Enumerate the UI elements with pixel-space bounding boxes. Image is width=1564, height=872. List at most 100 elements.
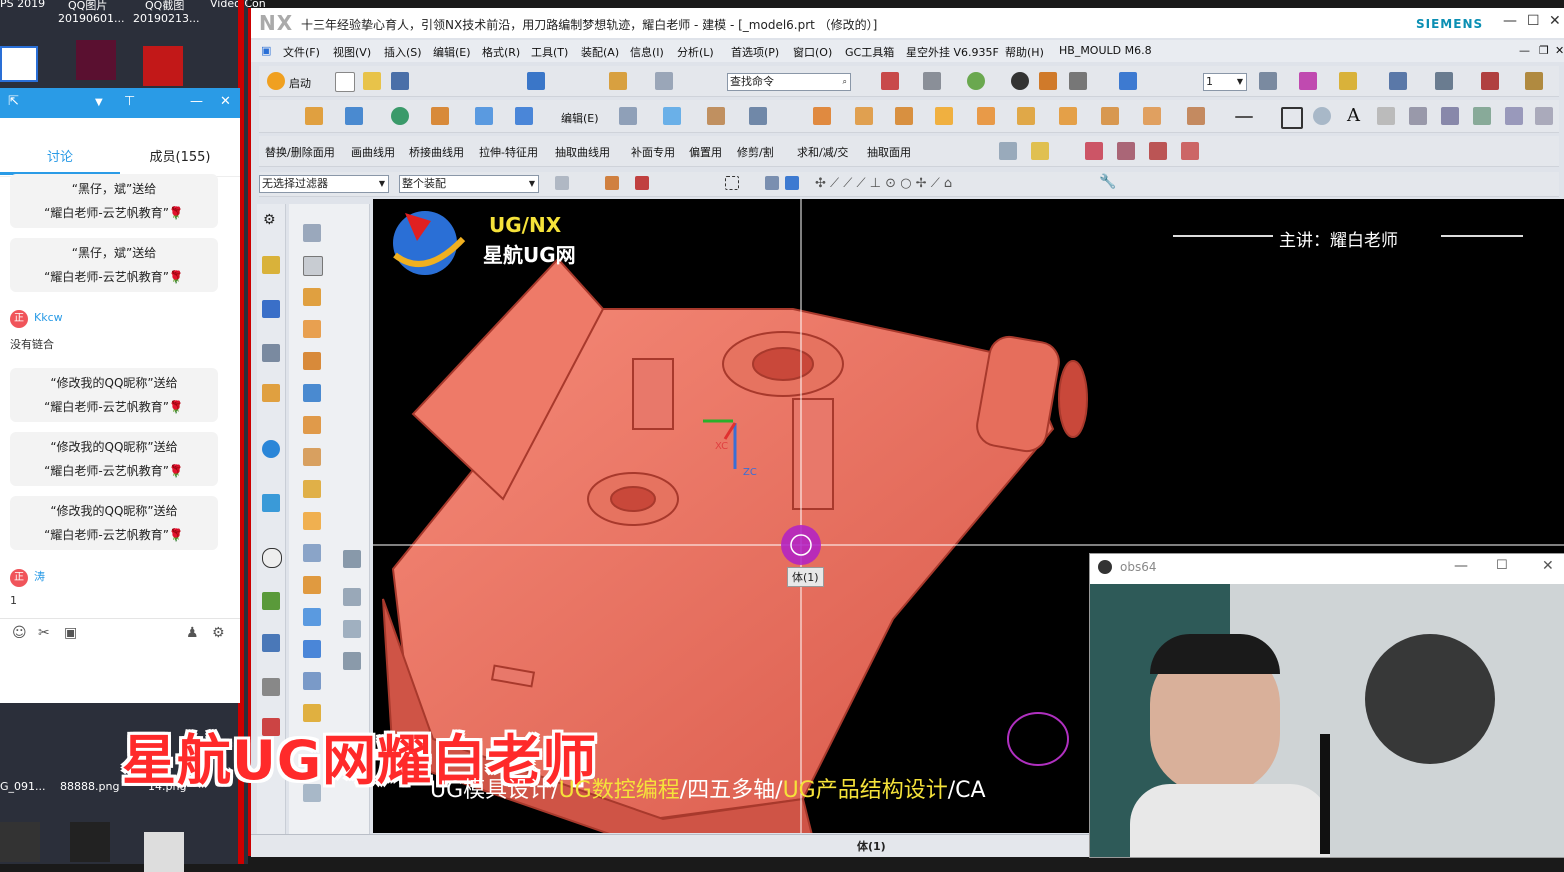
clock-icon[interactable] bbox=[262, 548, 282, 568]
minimize-icon[interactable]: — bbox=[1454, 558, 1468, 574]
curve-length-icon[interactable] bbox=[1149, 142, 1167, 160]
layer-icon[interactable] bbox=[1039, 72, 1057, 90]
rectangle-icon[interactable] bbox=[1281, 107, 1303, 129]
boolean-subtract-icon[interactable] bbox=[855, 107, 873, 125]
save-icon[interactable] bbox=[391, 72, 409, 90]
offset-region-icon[interactable] bbox=[1143, 107, 1161, 125]
select-face-icon[interactable] bbox=[785, 176, 799, 190]
boss-palette-icon[interactable] bbox=[303, 384, 321, 402]
close-icon[interactable]: ✕ bbox=[220, 94, 231, 109]
menu-draw-curve[interactable]: 画曲线用 bbox=[351, 144, 395, 160]
share-icon[interactable]: ⇱ bbox=[8, 94, 19, 109]
maximize-icon[interactable]: ☐ bbox=[1496, 558, 1508, 573]
work-layer-select[interactable]: 1 ▼ bbox=[1203, 73, 1247, 91]
render-style-icon[interactable] bbox=[923, 72, 941, 90]
start-button[interactable]: 启动 bbox=[289, 75, 311, 91]
layer-settings-icon[interactable] bbox=[1259, 72, 1277, 90]
sweep-palette-icon[interactable] bbox=[343, 652, 361, 670]
tab-members[interactable]: 成员(155) bbox=[120, 146, 240, 165]
emboss-palette-icon[interactable] bbox=[303, 480, 321, 498]
snap-options-icon[interactable]: ✣ ⟋ ⟋ ⟋ ⊥ ⊙ ○ ✢ ⟋ ⌂ bbox=[815, 176, 952, 191]
menu-help[interactable]: 帮助(H) bbox=[1005, 44, 1044, 60]
select-body-icon[interactable] bbox=[765, 176, 779, 190]
desktop-image-icon-2[interactable] bbox=[143, 46, 183, 86]
close-icon[interactable]: ✕ bbox=[1555, 44, 1564, 57]
replace-face-icon[interactable] bbox=[1017, 107, 1035, 125]
history-icon[interactable] bbox=[262, 494, 280, 512]
menu-insert[interactable]: 插入(S) bbox=[384, 44, 422, 60]
new-file-icon[interactable] bbox=[335, 72, 355, 92]
chevron-down-icon[interactable]: ▼ bbox=[95, 97, 103, 108]
text-icon[interactable]: A bbox=[1347, 105, 1360, 126]
command-search-input[interactable]: 查找命令 ⌕ bbox=[727, 73, 851, 91]
fit-view-icon[interactable] bbox=[881, 72, 899, 90]
chat-user[interactable]: 正涛 bbox=[10, 568, 45, 587]
minimize-icon[interactable]: — bbox=[190, 94, 203, 109]
close-icon[interactable]: ✕ bbox=[1549, 13, 1561, 29]
edit-dropdown[interactable]: 编辑(E) bbox=[561, 110, 599, 126]
pad-palette-icon[interactable] bbox=[303, 448, 321, 466]
mirror-palette-icon[interactable] bbox=[303, 544, 321, 562]
undo-icon[interactable] bbox=[527, 72, 545, 90]
boolean-intersect-icon[interactable] bbox=[895, 107, 913, 125]
menu-bridge-curve[interactable]: 桥接曲线用 bbox=[409, 144, 464, 160]
pin-icon[interactable]: ⊤ bbox=[124, 94, 135, 109]
trim-body-icon[interactable] bbox=[935, 107, 953, 125]
draft-palette-icon[interactable] bbox=[303, 608, 321, 626]
menu-replace-delete-face[interactable]: 替换/删除面用 bbox=[265, 144, 335, 160]
trim-curve-icon[interactable] bbox=[1085, 142, 1103, 160]
extrude-palette-icon[interactable] bbox=[303, 288, 321, 306]
transform-icon[interactable] bbox=[655, 72, 673, 90]
snap-icon[interactable] bbox=[1339, 72, 1357, 90]
draft-icon[interactable] bbox=[1031, 142, 1049, 160]
sketch-palette-icon[interactable] bbox=[303, 256, 323, 276]
chamfer-palette-icon[interactable] bbox=[303, 576, 321, 594]
mirror-icon[interactable] bbox=[999, 142, 1017, 160]
pattern-palette-icon[interactable] bbox=[303, 512, 321, 530]
hole-palette-icon[interactable] bbox=[303, 352, 321, 370]
spline-icon[interactable] bbox=[1377, 107, 1395, 125]
system-materials-icon[interactable] bbox=[262, 678, 280, 696]
rib[interactable] bbox=[792, 398, 834, 510]
minimize-icon[interactable]: — bbox=[1503, 13, 1517, 29]
user-name[interactable]: 涛 bbox=[34, 570, 45, 583]
wcs-icon[interactable] bbox=[1119, 72, 1137, 90]
shell-icon[interactable] bbox=[515, 107, 533, 125]
sketch-icon[interactable] bbox=[619, 107, 637, 125]
chat-user[interactable]: 正 Kkcw bbox=[10, 310, 63, 328]
menu-patch-face[interactable]: 补面专用 bbox=[631, 144, 675, 160]
menu-file[interactable]: 文件(F) bbox=[283, 44, 320, 60]
dimension-icon[interactable] bbox=[1481, 72, 1499, 90]
desktop-file-icon-3[interactable] bbox=[144, 832, 184, 872]
web-browser-icon[interactable] bbox=[262, 440, 280, 458]
close-icon[interactable]: ✕ bbox=[1542, 558, 1554, 574]
menu-view[interactable]: 视图(V) bbox=[333, 44, 371, 60]
move-object-icon[interactable] bbox=[1299, 72, 1317, 90]
rectangle-select-icon[interactable] bbox=[725, 176, 739, 190]
shell-palette-icon[interactable] bbox=[303, 640, 321, 658]
menu-extract-curve[interactable]: 抽取曲线用 bbox=[555, 144, 610, 160]
desktop-image-icon-1[interactable] bbox=[76, 40, 116, 80]
nsided-palette-icon[interactable] bbox=[343, 588, 361, 606]
thicken-palette-icon[interactable] bbox=[303, 672, 321, 690]
divide-curve-icon[interactable] bbox=[1117, 142, 1135, 160]
menu-offset[interactable]: 偏置用 bbox=[689, 144, 722, 160]
menu-trim-split[interactable]: 修剪/割 bbox=[737, 144, 774, 160]
wrench-icon[interactable]: 🔧 bbox=[1099, 174, 1116, 190]
delete-face-icon[interactable] bbox=[1059, 107, 1077, 125]
assembly-scope-select[interactable]: 整个装配 ▼ bbox=[399, 175, 539, 193]
mesh-surface-icon[interactable] bbox=[707, 107, 725, 125]
boolean-unite-icon[interactable] bbox=[813, 107, 831, 125]
split-body-icon[interactable] bbox=[977, 107, 995, 125]
pattern-face-icon[interactable] bbox=[1187, 107, 1205, 125]
menu-assembly[interactable]: 装配(A) bbox=[581, 44, 619, 60]
start-icon[interactable] bbox=[267, 72, 285, 90]
gear-icon[interactable]: ⚙ bbox=[212, 625, 225, 641]
circle-icon[interactable] bbox=[1313, 107, 1331, 125]
menu-tools[interactable]: 工具(T) bbox=[531, 44, 568, 60]
line-icon[interactable] bbox=[1235, 116, 1253, 118]
palette-icon[interactable] bbox=[262, 592, 280, 610]
open-folder-icon[interactable] bbox=[363, 72, 381, 90]
block-icon[interactable] bbox=[431, 107, 449, 125]
background-icon[interactable] bbox=[1069, 72, 1087, 90]
